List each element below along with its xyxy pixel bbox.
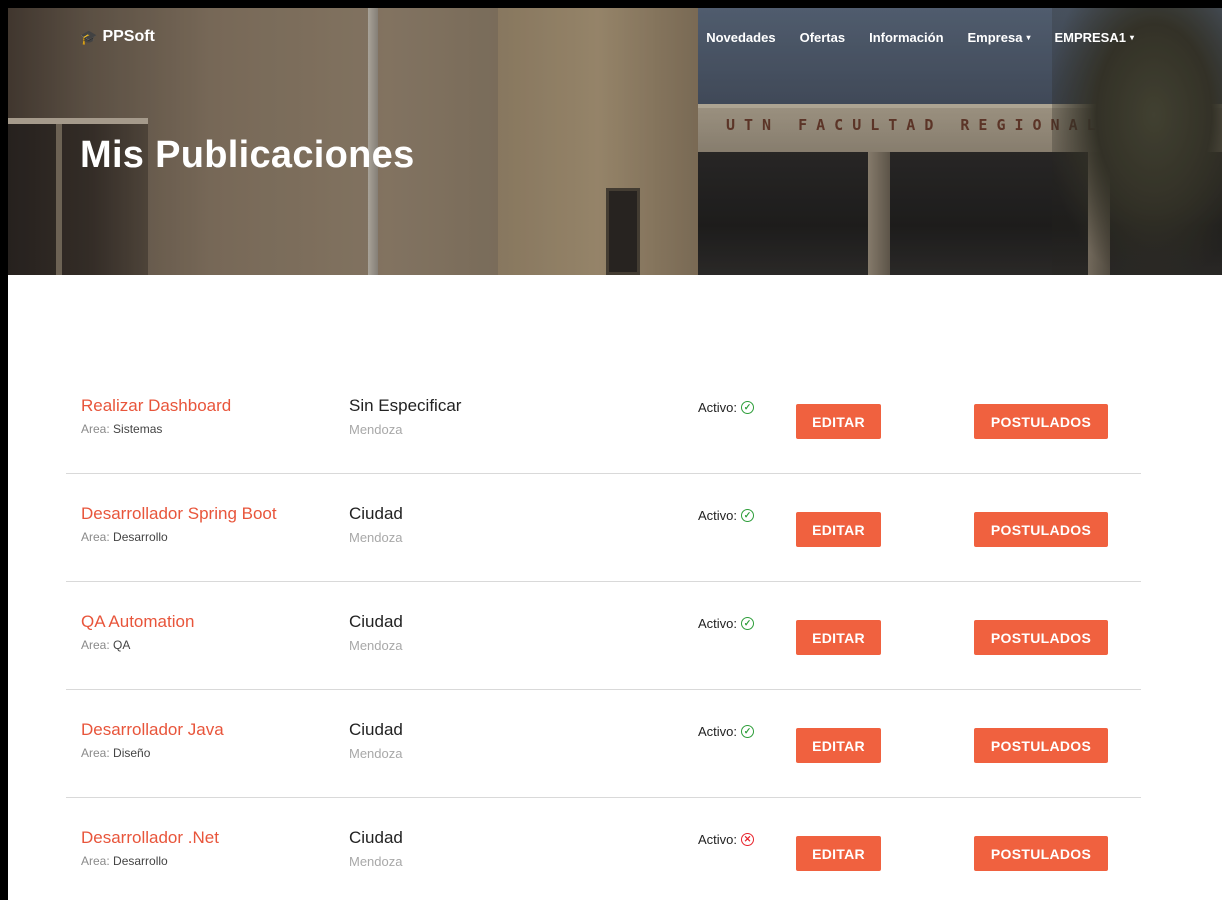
applicants-button[interactable]: POSTULADOS [974,728,1108,763]
publication-area: Area: Desarrollo [81,530,168,544]
publication-title-link[interactable]: Desarrollador Java [81,720,224,740]
area-label: Area: [81,422,110,436]
applicants-button[interactable]: POSTULADOS [974,512,1108,547]
area-value: QA [113,638,131,652]
edit-button[interactable]: EDITAR [796,404,881,439]
applicants-button[interactable]: POSTULADOS [974,620,1108,655]
status-label: Activo: [698,832,738,847]
publication-area: Area: Desarrollo [81,854,168,868]
publication-area: Area: QA [81,638,130,652]
status-indicator: Activo: ✓ [698,400,755,415]
area-value: Sistemas [113,422,163,436]
area-value: Desarrollo [113,854,168,868]
nav-item-label: EMPRESA1 [1054,30,1126,45]
publication-location: Ciudad [349,720,403,739]
publication-title-link[interactable]: Desarrollador Spring Boot [81,504,277,524]
publication-city: Mendoza [349,530,403,545]
publication-area: Area: Sistemas [81,422,162,436]
status-indicator: Activo: ✓ [698,616,755,631]
nav-item-label: Empresa [967,30,1023,45]
applicants-button[interactable]: POSTULADOS [974,836,1108,871]
brand-logo[interactable]: 🎓 PPSoft [80,28,155,46]
edit-button[interactable]: EDITAR [796,836,881,871]
publication-city: Mendoza [349,854,403,869]
check-circle-icon: ✓ [741,725,755,738]
publication-row: Desarrollador Spring Boot Area: Desarroll… [66,474,1141,582]
publication-city: Mendoza [349,638,403,653]
area-label: Area: [81,638,110,652]
check-circle-icon: ✓ [741,509,755,522]
edit-button[interactable]: EDITAR [796,728,881,763]
nav-item-label: Información [869,30,944,45]
publication-area: Area: Diseño [81,746,150,760]
publication-location: Ciudad [349,504,403,523]
edit-button[interactable]: EDITAR [796,620,881,655]
nav-item-label: Novedades [706,30,776,45]
publication-row: Realizar Dashboard Area: Sistemas Sin Espe… [66,366,1141,474]
publication-row: Desarrollador .Net Area: Desarrollo Ciudad… [66,798,1141,900]
page-frame: UTN FACULTAD REGIONAL ME 🎓 PPSoft Noveda… [8,8,1222,900]
publication-title-link[interactable]: QA Automation [81,612,194,632]
hero-banner: UTN FACULTAD REGIONAL ME 🎓 PPSoft Noveda… [8,8,1222,275]
publications-list: Realizar Dashboard Area: Sistemas Sin Espe… [66,366,1141,900]
publication-city: Mendoza [349,422,403,437]
publication-location: Ciudad [349,612,403,631]
nav-item-ofertas[interactable]: Ofertas [800,30,846,45]
publication-title-link[interactable]: Realizar Dashboard [81,396,231,416]
top-nav: Novedades Ofertas Información Empresa ▾ EMPRE… [706,30,1134,45]
check-circle-icon: ✓ [741,617,755,630]
area-value: Desarrollo [113,530,168,544]
applicants-button[interactable]: POSTULADOS [974,404,1108,439]
nav-item-novedades[interactable]: Novedades [706,30,775,45]
area-label: Area: [81,854,110,868]
status-indicator: Activo: ✓ [698,508,755,523]
publication-title-link[interactable]: Desarrollador .Net [81,828,219,848]
status-label: Activo: [698,508,738,523]
publication-location: Sin Especificar [349,396,462,415]
edit-button[interactable]: EDITAR [796,512,881,547]
caret-down-icon: ▾ [1026,33,1031,42]
page-title: Mis Publicaciones [80,134,415,176]
check-circle-icon: ✓ [741,401,755,414]
area-value: Diseño [113,746,151,760]
area-label: Area: [81,530,110,544]
nav-item-empresa1[interactable]: EMPRESA1 ▾ [1054,30,1134,45]
area-label: Area: [81,746,110,760]
publication-location: Ciudad [349,828,403,847]
status-indicator: Activo: ✓ [698,724,755,739]
status-indicator: Activo: ✕ [698,832,755,847]
x-circle-icon: ✕ [741,833,755,846]
publication-row: Desarrollador Java Area: Diseño Ciudad Mend… [66,690,1141,798]
nav-item-empresa[interactable]: Empresa ▾ [968,30,1031,45]
nav-item-label: Ofertas [799,30,846,45]
status-label: Activo: [698,400,738,415]
publication-row: QA Automation Area: QA Ciudad Mendoza Activo… [66,582,1141,690]
graduation-cap-icon: 🎓 [80,28,98,45]
brand-name: PPSoft [102,28,155,45]
publication-city: Mendoza [349,746,403,761]
nav-item-informaci-n[interactable]: Información [869,30,943,45]
status-label: Activo: [698,616,738,631]
caret-down-icon: ▾ [1129,33,1134,42]
status-label: Activo: [698,724,738,739]
